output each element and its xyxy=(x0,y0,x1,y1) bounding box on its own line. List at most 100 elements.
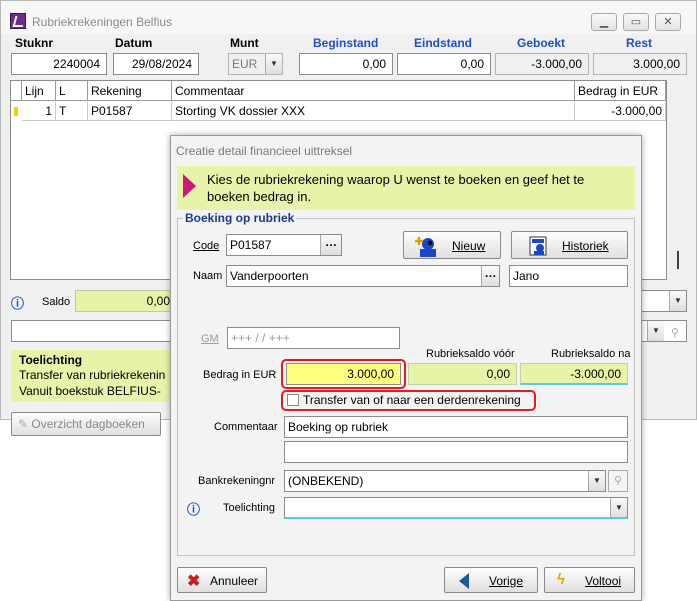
transfer-label[interactable]: Transfer van of naar een derdenrekening xyxy=(303,393,521,407)
bankrekeningnr-label: Bankrekeningnr xyxy=(198,475,276,487)
code-field[interactable]: P01587 … xyxy=(226,234,342,256)
code-value: P01587 xyxy=(230,238,272,252)
lightning-icon: ϟ xyxy=(557,571,565,588)
right-select[interactable]: ▼ xyxy=(641,290,687,312)
overzicht-dagboeken-button[interactable]: ✎ Overzicht dagboeken xyxy=(11,412,161,436)
commentaar2-field[interactable] xyxy=(284,441,628,463)
lookup-icon[interactable]: … xyxy=(320,235,341,255)
transfer-checkbox[interactable] xyxy=(287,394,299,406)
maximize-icon[interactable]: ▭ xyxy=(623,13,649,31)
cell-commentaar[interactable]: Storting VK dossier XXX xyxy=(172,102,575,121)
cell-lijn[interactable]: 1 xyxy=(22,102,56,121)
header-rest: Rest xyxy=(626,36,653,50)
naam-value: Vanderpoorten xyxy=(230,269,309,283)
chevron-down-icon[interactable]: ▼ xyxy=(669,291,686,311)
toelichting-panel: Toelichting Transfer van rubriekrekenin … xyxy=(11,350,181,402)
nieuw-button[interactable]: Nieuw xyxy=(403,231,501,259)
arrow-left-icon xyxy=(459,573,469,589)
bedrag-field[interactable]: 3.000,00 xyxy=(286,363,401,385)
commentaar-field[interactable]: Boeking op rubriek xyxy=(284,416,628,438)
right-select-2[interactable]: ▼ ⚲ xyxy=(641,320,687,342)
column-commentaar[interactable]: Commentaar xyxy=(172,81,575,101)
toelichting-select[interactable]: ▼ xyxy=(284,497,628,519)
annuleer-button[interactable]: ✖ Annuleer xyxy=(177,567,267,593)
rubrieksaldo-na-label: Rubrieksaldo na xyxy=(551,348,631,360)
datum-field[interactable]: 29/08/2024 xyxy=(113,53,199,75)
cell-l[interactable]: T xyxy=(56,102,88,121)
rubrieksaldo-voor-label: Rubrieksaldo vóór xyxy=(426,348,515,360)
group-title: Boeking op rubriek xyxy=(183,211,297,225)
gm-label: GM xyxy=(201,333,219,345)
close-icon: ✖ xyxy=(187,573,201,590)
header-beginstand: Beginstand xyxy=(313,36,379,50)
stuknr-field[interactable]: 2240004 xyxy=(11,53,107,75)
bankrekeningnr-value: (ONBEKEND) xyxy=(288,474,364,488)
historiek-button[interactable]: Historiek xyxy=(511,231,628,259)
create-detail-dialog: Creatie detail financieel uittreksel Kie… xyxy=(170,135,642,601)
info-icon[interactable]: ⓘ xyxy=(11,293,24,312)
column-bedrag[interactable]: Bedrag in EUR xyxy=(575,81,666,101)
rubrieksaldo-na-field: -3.000,00 xyxy=(520,363,628,385)
info-icon[interactable]: ⓘ xyxy=(187,499,200,518)
row-indicator xyxy=(11,102,21,121)
dialog-title: Creatie detail financieel uittreksel xyxy=(176,144,353,158)
saldo-field: 0,00 xyxy=(75,290,177,312)
lookup-icon[interactable]: … xyxy=(481,266,499,286)
vorige-button[interactable]: Vorige xyxy=(444,567,538,593)
code-label: Code xyxy=(193,240,220,252)
commentaar-label: Commentaar xyxy=(214,421,278,433)
saldo-label: Saldo xyxy=(42,296,71,308)
header-munt: Munt xyxy=(230,36,259,50)
window-title: Rubriekrekeningen Belfius xyxy=(32,15,173,29)
cell-rekening[interactable]: P01587 xyxy=(88,102,172,121)
toelichting-line2: Vanuit boekstuk BELFIUS- xyxy=(19,384,161,398)
chevron-down-icon[interactable]: ▼ xyxy=(610,498,627,517)
overzicht-label: Overzicht dagboeken xyxy=(31,417,145,431)
naam-label: Naam xyxy=(193,270,223,282)
toelichting-line1: Transfer van rubriekrekenin xyxy=(19,368,166,382)
rubrieksaldo-voor-field: 0,00 xyxy=(408,363,517,385)
instruction-banner: Kies de rubriekrekening waarop U wenst t… xyxy=(177,166,635,210)
scrollbar-thumb[interactable] xyxy=(677,251,679,269)
vorige-label: Vorige xyxy=(489,574,524,588)
bedrag-label: Bedrag in EUR xyxy=(203,369,277,381)
annuleer-label: Annuleer xyxy=(210,574,259,588)
person-add-icon xyxy=(414,235,438,257)
voltooi-label: Voltooi xyxy=(585,574,622,588)
chevron-down-icon[interactable]: ▼ xyxy=(647,321,664,341)
voltooi-button[interactable]: ϟ Voltooi xyxy=(544,567,635,593)
geboekt-field: -3.000,00 xyxy=(495,53,589,75)
eindstand-field[interactable]: 0,00 xyxy=(397,53,491,75)
title-bar: Rubriekrekeningen Belfius ▁ ▭ ✕ xyxy=(1,1,696,34)
column-rekening[interactable]: Rekening xyxy=(88,81,172,101)
pin-icon[interactable]: ⚲ xyxy=(666,323,684,339)
munt-select[interactable]: EUR ▼ xyxy=(228,53,283,75)
naam-field[interactable]: Vanderpoorten … xyxy=(226,265,500,287)
munt-value: EUR xyxy=(232,57,258,71)
chevron-down-icon[interactable]: ▼ xyxy=(588,471,605,491)
beginstand-field[interactable]: 0,00 xyxy=(299,53,393,75)
bankrekeningnr-select[interactable]: (ONBEKEND) ▼ xyxy=(284,470,606,492)
column-lijn[interactable]: Lijn xyxy=(22,81,56,101)
header-datum: Datum xyxy=(115,36,153,50)
grid-corner xyxy=(11,81,22,101)
pencil-icon: ✎ xyxy=(18,417,29,431)
arrow-right-icon xyxy=(183,174,196,198)
filter-input[interactable] xyxy=(11,320,181,342)
historiek-label: Historiek xyxy=(562,239,609,253)
header-geboekt: Geboekt xyxy=(517,36,566,50)
rest-field: 3.000,00 xyxy=(593,53,687,75)
banner-text: Kies de rubriekrekening waarop U wenst t… xyxy=(207,172,585,204)
nieuw-label: Nieuw xyxy=(452,239,486,253)
minimize-icon[interactable]: ▁ xyxy=(591,13,617,31)
history-icon xyxy=(528,236,550,256)
gm-field[interactable]: +++ / / +++ xyxy=(227,327,400,349)
close-icon[interactable]: ✕ xyxy=(655,13,681,31)
cell-bedrag[interactable]: -3.000,00 xyxy=(575,102,666,121)
app-icon xyxy=(10,13,26,29)
column-l[interactable]: L xyxy=(56,81,88,101)
header-eindstand: Eindstand xyxy=(414,36,473,50)
voornaam-field[interactable]: Jano xyxy=(509,265,628,287)
pin-icon[interactable]: ⚲ xyxy=(608,470,628,492)
chevron-down-icon[interactable]: ▼ xyxy=(265,54,282,74)
